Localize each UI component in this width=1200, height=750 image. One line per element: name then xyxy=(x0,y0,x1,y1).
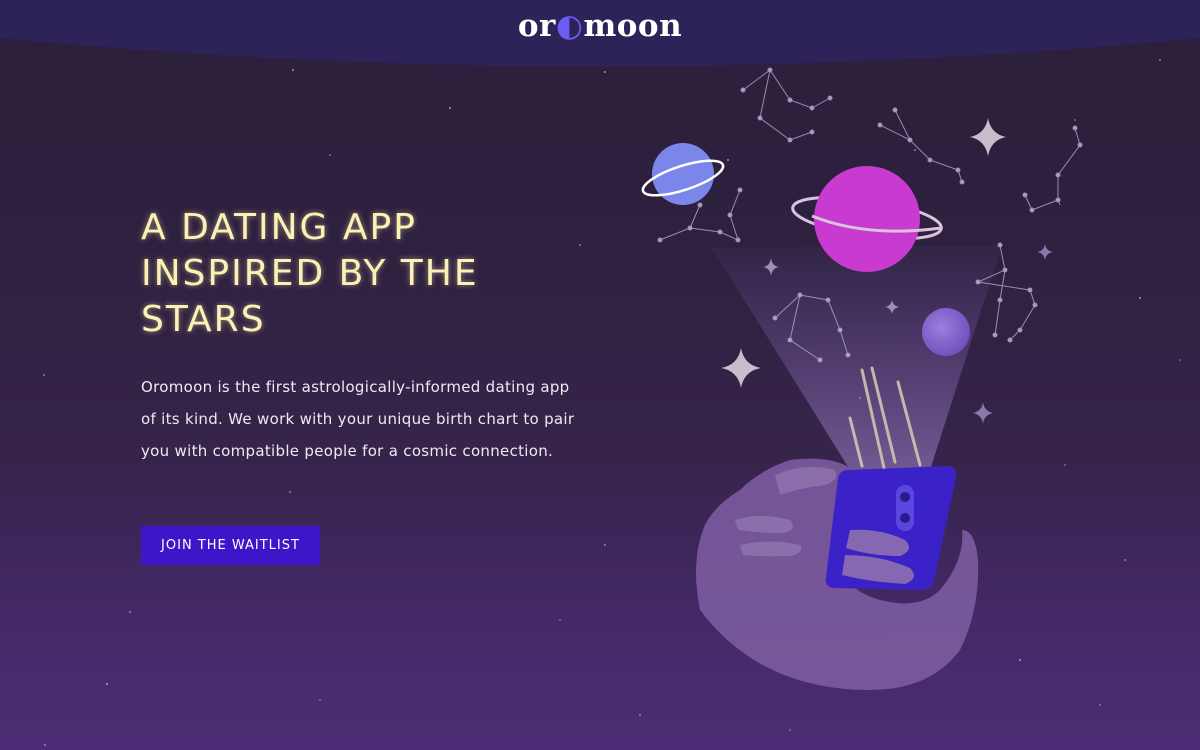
blue-planet-icon xyxy=(641,143,725,205)
four-point-star-icon xyxy=(970,118,1006,156)
four-point-star-icon xyxy=(1037,244,1053,260)
constellation-icon xyxy=(740,67,833,143)
join-waitlist-button[interactable]: JOIN THE WAITLIST xyxy=(141,526,320,565)
moon-icon: ◐ xyxy=(555,8,584,44)
four-point-star-icon xyxy=(973,402,993,424)
logo-text-suffix: moon xyxy=(583,8,683,44)
purple-planet-icon xyxy=(922,308,970,356)
hero-description: Oromoon is the first astrologically-info… xyxy=(141,378,575,460)
four-point-star-icon xyxy=(721,348,761,388)
brand-logo[interactable]: or◐moon xyxy=(0,8,1200,44)
light-beam xyxy=(712,245,1002,470)
logo-text-prefix: or xyxy=(517,8,556,44)
hero-illustration xyxy=(641,67,1083,690)
constellation-icon xyxy=(1022,125,1083,213)
hero-title: A DATING APP INSPIRED BY THE STARS xyxy=(141,207,479,340)
